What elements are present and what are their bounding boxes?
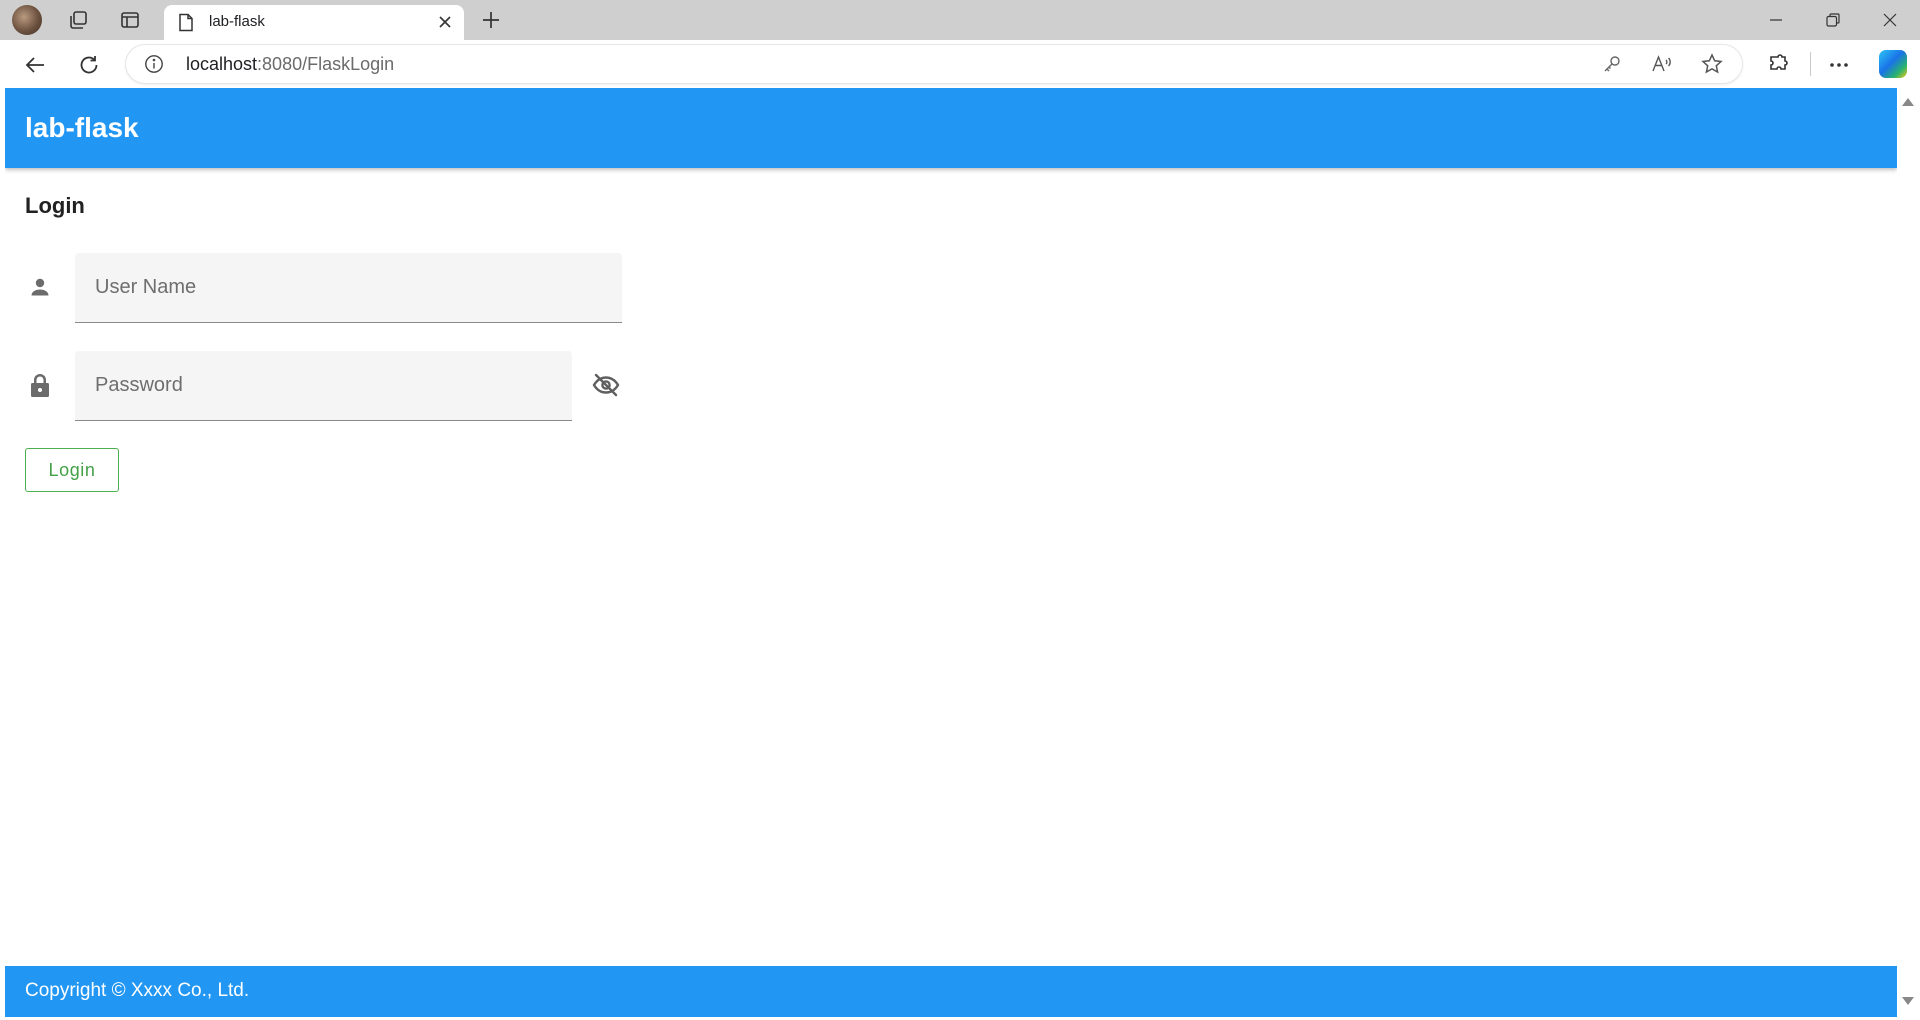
password-input[interactable] bbox=[75, 351, 572, 420]
new-tab-button[interactable] bbox=[475, 4, 507, 36]
tab-title: lab-flask bbox=[209, 13, 265, 30]
profile-avatar[interactable] bbox=[12, 5, 42, 35]
window-close-button[interactable] bbox=[1862, 0, 1918, 40]
username-field[interactable] bbox=[75, 253, 622, 323]
address-bar[interactable]: localhost:8080/FlaskLogin bbox=[126, 45, 1742, 83]
page-title: Login bbox=[25, 193, 85, 218]
copilot-icon[interactable] bbox=[1879, 50, 1907, 78]
close-icon[interactable] bbox=[434, 11, 456, 33]
tab-lab-flask[interactable]: lab-flask bbox=[164, 5, 464, 40]
password-key-icon[interactable] bbox=[1600, 52, 1624, 76]
login-button[interactable]: Login bbox=[25, 448, 119, 492]
app-title: lab-flask bbox=[25, 112, 139, 143]
favorite-star-icon[interactable] bbox=[1700, 52, 1724, 76]
minimize-button[interactable] bbox=[1748, 0, 1804, 40]
app-header: lab-flask bbox=[5, 88, 1897, 168]
password-field[interactable] bbox=[75, 351, 572, 421]
extensions-icon[interactable] bbox=[1761, 48, 1795, 82]
url-text[interactable]: localhost:8080/FlaskLogin bbox=[186, 54, 394, 75]
page-icon bbox=[178, 13, 194, 37]
lock-icon bbox=[26, 371, 54, 399]
url-host: localhost bbox=[186, 54, 258, 74]
browser-tab-strip: lab-flask bbox=[0, 0, 1920, 40]
scroll-up-arrow-icon[interactable] bbox=[1902, 98, 1914, 106]
username-input[interactable] bbox=[75, 253, 622, 322]
person-icon bbox=[26, 273, 54, 301]
restore-button[interactable] bbox=[1805, 0, 1861, 40]
back-arrow-icon[interactable] bbox=[18, 48, 52, 82]
page-viewport: lab-flask Login Login Copyright © Xxxx C… bbox=[5, 88, 1897, 1017]
eye-off-icon[interactable] bbox=[589, 368, 623, 402]
info-icon[interactable] bbox=[144, 54, 164, 79]
scroll-down-arrow-icon[interactable] bbox=[1902, 997, 1914, 1005]
url-path: :8080/FlaskLogin bbox=[257, 54, 395, 74]
workspaces-icon[interactable] bbox=[62, 4, 94, 36]
more-options-icon[interactable] bbox=[1822, 48, 1856, 82]
vertical-tabs-icon[interactable] bbox=[114, 4, 146, 36]
refresh-icon[interactable] bbox=[72, 48, 106, 82]
page-footer: Copyright © Xxxx Co., Ltd. bbox=[5, 966, 1897, 1017]
copyright-text: Copyright © Xxxx Co., Ltd. bbox=[25, 980, 250, 1001]
read-aloud-icon[interactable] bbox=[1650, 52, 1674, 76]
toolbar-separator bbox=[1810, 52, 1811, 76]
browser-toolbar: localhost:8080/FlaskLogin bbox=[0, 40, 1920, 88]
page-scrollbar[interactable] bbox=[1897, 88, 1920, 1020]
